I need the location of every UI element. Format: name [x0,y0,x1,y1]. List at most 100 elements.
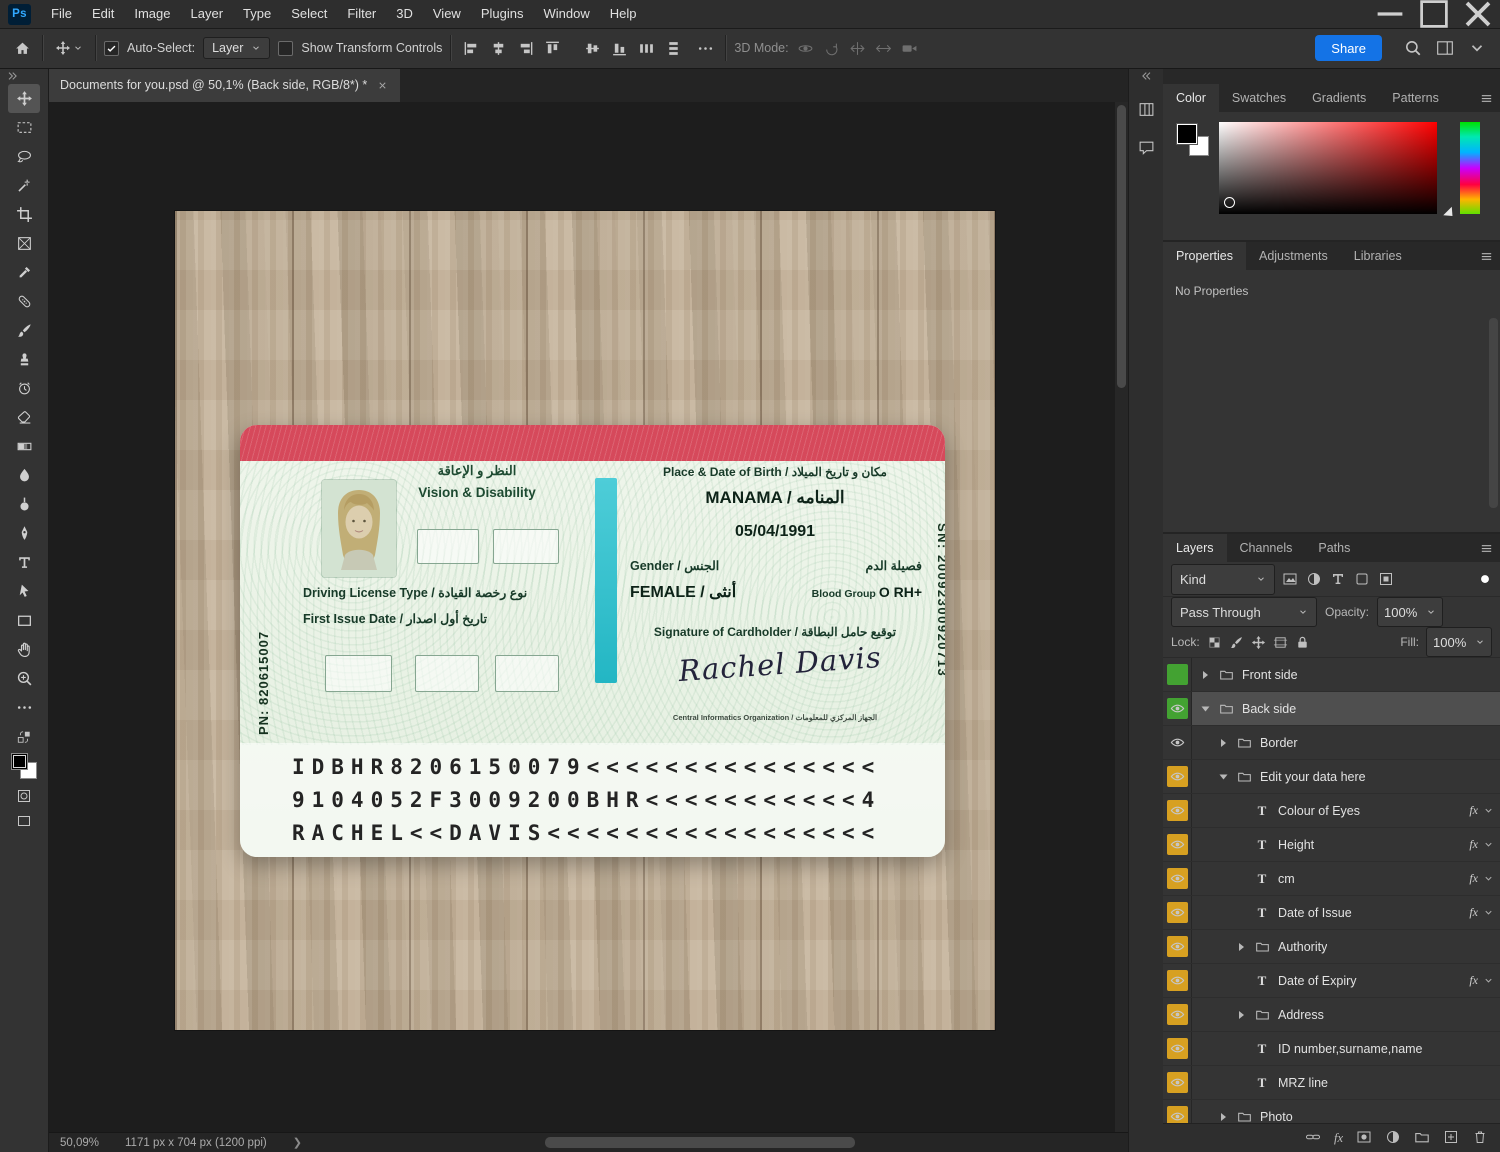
minimize-button[interactable] [1368,0,1412,28]
distribute-vertical-button[interactable] [661,36,685,60]
layer-row-mrz-line[interactable]: TMRZ line [1163,1066,1500,1100]
color-panel-chips[interactable] [1177,124,1209,156]
restore-button[interactable] [1412,0,1456,28]
chevron-down-icon[interactable] [1468,39,1486,57]
distribute-horizontal-button[interactable] [634,36,658,60]
layer-row-back-side[interactable]: Back side [1163,692,1500,726]
layer-row-date-of-issue[interactable]: TDate of Issuefx [1163,896,1500,930]
menu-help[interactable]: Help [600,0,647,28]
lock-all-icon[interactable] [1295,635,1310,650]
blur-tool[interactable] [8,461,40,490]
disclosure-arrow[interactable] [1219,774,1227,779]
visibility-cell[interactable] [1163,896,1192,929]
layer-name[interactable]: Address [1278,1008,1324,1022]
layer-row-date-of-expiry[interactable]: TDate of Expiryfx [1163,964,1500,998]
clone-stamp-tool[interactable] [8,345,40,374]
close-button[interactable] [1456,0,1500,28]
align-right-edges-button[interactable] [513,36,537,60]
layer-name[interactable]: ID number,surname,name [1278,1042,1423,1056]
smart-object-filter-icon[interactable] [1378,571,1394,587]
visibility-cell[interactable] [1163,930,1192,963]
layer-name[interactable]: Back side [1242,702,1296,716]
gradient-tool[interactable] [8,432,40,461]
zoom-tool[interactable] [8,664,40,693]
visibility-cell[interactable] [1163,998,1192,1031]
menu-type[interactable]: Type [233,0,281,28]
layer-name[interactable]: Photo [1260,1110,1293,1124]
align-top-edges-button[interactable] [540,36,564,60]
properties-scrollbar-thumb[interactable] [1489,318,1498,508]
menu-layer[interactable]: Layer [181,0,234,28]
photoshop-logo[interactable]: Ps [8,4,31,25]
adjustment-layer-button[interactable] [1385,1129,1401,1148]
close-tab-icon[interactable] [377,80,388,91]
visibility-cell[interactable] [1163,862,1192,895]
move-tool[interactable] [8,84,40,113]
path-selection-tool[interactable] [8,577,40,606]
layers-tab-paths[interactable]: Paths [1305,534,1363,562]
layer-name[interactable]: Border [1260,736,1298,750]
type-tool[interactable] [8,548,40,577]
slide-3d-icon[interactable] [875,40,892,57]
quick-mask-icon[interactable] [16,788,32,804]
disclosure-arrow[interactable] [1203,671,1208,679]
eyedropper-tool[interactable] [8,258,40,287]
screen-mode-icon[interactable] [16,813,32,829]
color-tab-swatches[interactable]: Swatches [1219,84,1299,112]
filter-toggle-icon[interactable] [1478,572,1492,586]
layer-row-front-side[interactable]: Front side [1163,658,1500,692]
disclosure-arrow[interactable] [1239,1011,1244,1019]
auto-select-target-dropdown[interactable]: Layer [203,37,270,59]
layer-name[interactable]: Colour of Eyes [1278,804,1360,818]
more-align-options-button[interactable] [693,36,717,60]
tool-preset-picker[interactable] [51,38,87,58]
layer-effects-badge[interactable]: fx [1469,803,1494,818]
canvas-viewport[interactable]: النظر و الإعاقة Vision & Disability Driv… [48,102,1115,1133]
disclosure-arrow[interactable] [1221,1113,1226,1121]
spot-healing-brush-tool[interactable] [8,287,40,316]
menu-view[interactable]: View [423,0,471,28]
menu-plugins[interactable]: Plugins [471,0,534,28]
visibility-cell[interactable] [1163,726,1192,759]
blend-mode-dropdown[interactable]: Pass Through [1171,597,1317,627]
color-tab-patterns[interactable]: Patterns [1379,84,1452,112]
layer-effects-badge[interactable]: fx [1469,905,1494,920]
layers-tab-layers[interactable]: Layers [1163,534,1227,562]
visibility-cell[interactable] [1163,794,1192,827]
status-flyout-arrow[interactable]: ❯ [293,1136,302,1149]
layer-name[interactable]: cm [1278,872,1295,886]
visibility-cell[interactable] [1163,1066,1192,1099]
color-tab-color[interactable]: Color [1163,84,1219,112]
menu-3d[interactable]: 3D [386,0,423,28]
workspace-switcher-icon[interactable] [1436,39,1454,57]
document-tab[interactable]: Documents for you.psd @ 50,1% (Back side… [48,68,400,102]
object-selection-tool[interactable] [8,171,40,200]
layer-effects-badge[interactable]: fx [1469,973,1494,988]
show-transform-checkbox[interactable] [278,41,293,56]
lock-artboard-icon[interactable] [1273,635,1288,650]
layer-name[interactable]: Authority [1278,940,1327,954]
visibility-cell[interactable] [1163,1100,1192,1123]
adjustment-filter-icon[interactable] [1306,571,1322,587]
layer-row-photo[interactable]: Photo [1163,1100,1500,1123]
color-cursor[interactable] [1224,197,1235,208]
layer-filter-kind-dropdown[interactable]: Kind [1171,564,1275,595]
crop-tool[interactable] [8,200,40,229]
layer-row-border[interactable]: Border [1163,726,1500,760]
lock-position-icon[interactable] [1251,635,1266,650]
visibility-cell[interactable] [1163,964,1192,997]
layer-name[interactable]: Edit your data here [1260,770,1366,784]
saturation-brightness-field[interactable] [1219,122,1437,214]
align-horizontal-centers-button[interactable] [486,36,510,60]
properties-tab-properties[interactable]: Properties [1163,242,1246,270]
foreground-color-chip[interactable] [1177,124,1197,144]
layer-effects-badge[interactable]: fx [1469,837,1494,852]
color-tab-gradients[interactable]: Gradients [1299,84,1379,112]
auto-select-checkbox[interactable] [104,41,119,56]
fill-dropdown[interactable]: 100% [1426,627,1492,657]
vertical-scrollbar[interactable] [1115,102,1128,1133]
orbit-3d-icon[interactable] [797,40,814,57]
pixel-layer-filter-icon[interactable] [1282,571,1298,587]
visibility-cell[interactable] [1163,760,1192,793]
properties-tab-libraries[interactable]: Libraries [1341,242,1415,270]
